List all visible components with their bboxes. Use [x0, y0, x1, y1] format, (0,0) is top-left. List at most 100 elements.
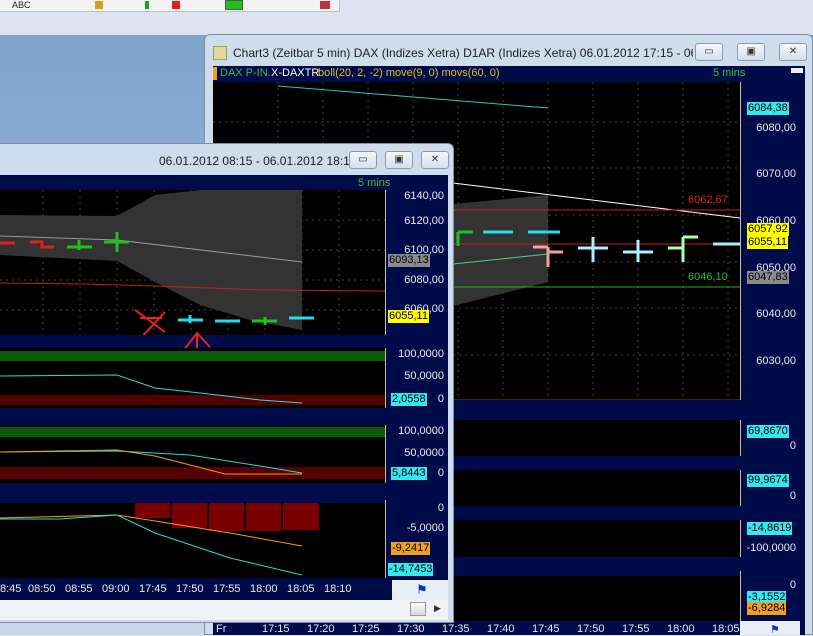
indicator-line	[0, 451, 302, 473]
axis-tick: 6070,00	[756, 168, 796, 180]
time-axis: 8:45 08:50 08:55 09:00 17:45 17:50 17:55…	[0, 580, 385, 600]
price-axis[interactable]: 6084,38 6080,00 6070,00 6060,00 6057,92 …	[740, 82, 800, 400]
time-tick: 17:55	[213, 583, 241, 595]
axis-tick: 100,0000	[398, 348, 444, 360]
time-tick: 17:30	[397, 623, 425, 635]
last-price-tag: 6057,92	[747, 223, 789, 236]
close-button[interactable]: ✕	[421, 151, 449, 169]
time-tick: 08:55	[65, 583, 93, 595]
indicator-value-tag: -14,8619	[747, 522, 792, 535]
axis-tick: 0	[438, 467, 444, 479]
time-tick: Fr	[216, 623, 226, 635]
indicator-panel-1[interactable]	[0, 348, 385, 408]
time-tick: 09:00	[102, 583, 130, 595]
sell-marker-icon[interactable]	[172, 1, 180, 9]
time-axis: Fr 17:15 17:20 17:25 17:30 17:35 17:40 1…	[213, 624, 740, 635]
indicator-value-tag: -9,2417	[391, 542, 430, 555]
axis-tick: 6120,00	[404, 215, 444, 227]
chart3-title: Chart3 (Zeitbar 5 min) DAX (Indizes Xetr…	[233, 46, 693, 60]
axis-tick: 0	[790, 579, 796, 591]
time-tick: 17:25	[352, 623, 380, 635]
time-tick: 08:50	[28, 583, 56, 595]
bar-lightgreen	[668, 237, 698, 262]
indicator-panel-2[interactable]	[0, 425, 385, 483]
time-tick: 17:40	[487, 623, 515, 635]
fib-tool-icon[interactable]	[95, 1, 103, 9]
main-toolbar: ABC	[0, 0, 340, 12]
axis-tick: 6080,00	[404, 274, 444, 286]
axis-tick: 50,0000	[404, 447, 444, 459]
interval-label: 5 mins	[713, 67, 745, 79]
axis-tick: 6030,00	[756, 355, 796, 367]
time-tick: 17:50	[577, 623, 605, 635]
bar-cyan	[178, 315, 203, 323]
time-tick: 18:00	[667, 623, 695, 635]
indicator-axis-3: -14,8619 -100,0000	[740, 520, 800, 557]
price-axis[interactable]: 6140,00 6120,00 6100,00 6093,13 6080,00 …	[385, 190, 448, 335]
scrollbar-thumb[interactable]	[410, 602, 426, 616]
draw-tool-button[interactable]: ⚑	[740, 621, 800, 635]
close-button[interactable]: ✕	[779, 43, 807, 61]
indicator-axis-4: 0 -3,1552 -6,9284	[740, 571, 800, 621]
axis-tick: -5,0000	[407, 522, 444, 534]
minimize-button[interactable]: ▭	[349, 151, 377, 169]
indicator-value-tag: -6,9284	[747, 602, 786, 615]
axis-tick: 6040,00	[756, 308, 796, 320]
bar-lightcyan	[578, 237, 608, 262]
maximize-button[interactable]: ▣	[737, 43, 765, 61]
axis-tick: 6080,00	[756, 122, 796, 134]
lower-price-tag: 6047,83	[747, 271, 789, 284]
delete-tool-icon[interactable]	[320, 1, 330, 9]
abc-text-tool[interactable]: ABC	[12, 0, 31, 11]
time-tick: 18:10	[324, 583, 352, 595]
last-price-tag: 6055,11	[388, 310, 429, 323]
time-tick: 17:45	[139, 583, 167, 595]
green-level-label: 6046,10	[688, 271, 728, 283]
indicator-panel-3[interactable]	[0, 503, 385, 578]
axis-tick: 0	[790, 490, 796, 502]
bollinger-band	[453, 195, 548, 306]
horizontal-scrollbar[interactable]: ▶	[0, 600, 448, 620]
axis-tick: 0	[438, 502, 444, 514]
indicator-axis-2: 99,9674 0	[740, 470, 800, 506]
buy-marker-icon[interactable]	[145, 1, 149, 9]
panel-toggle-button[interactable]	[791, 68, 803, 73]
bollinger-band	[0, 190, 302, 330]
close-price-tag: 6055,11	[747, 236, 788, 249]
indicator-axis-1: 100,0000 50,0000 2,0558 0	[385, 348, 448, 408]
legend-marker	[213, 67, 217, 80]
price-plot[interactable]	[0, 190, 385, 335]
indicator-value-tag: 2,0558	[391, 393, 427, 406]
draw-tool-button[interactable]: ⚑	[392, 580, 448, 600]
axis-tick: 0	[790, 440, 796, 452]
axis-tick: -100,0000	[746, 542, 796, 554]
indicator-line	[0, 375, 302, 403]
time-tick: 8:45	[0, 583, 21, 595]
time-tick: 18:05	[287, 583, 315, 595]
chart-window-icon	[213, 46, 227, 60]
indicator-value-tag: -14,7453	[388, 563, 433, 576]
time-tick: 17:15	[262, 623, 290, 635]
color-picker-button[interactable]	[225, 0, 243, 10]
time-tick: 17:50	[176, 583, 204, 595]
hand-drawn-x-mark	[135, 310, 165, 335]
axis-tick: 0	[438, 393, 444, 405]
time-tick: 17:55	[622, 623, 650, 635]
indicator-value-tag: 69,8670	[747, 425, 789, 438]
scroll-right-arrow-icon[interactable]: ▶	[434, 603, 441, 614]
axis-tick: 100,0000	[398, 425, 444, 437]
red-level-label: 6062,67	[688, 194, 728, 206]
time-tick: 18:00	[250, 583, 278, 595]
legend-symbol: DAX P-IN.	[220, 67, 271, 79]
maximize-button[interactable]: ▣	[385, 151, 413, 169]
indicator-value-tag: 5,8443	[391, 467, 427, 480]
legend-bar: DAX P-IN. X-DAXTR boll(20, 2, -2) move(9…	[213, 66, 805, 82]
signal-line	[0, 515, 302, 546]
minimize-button[interactable]: ▭	[695, 43, 723, 61]
time-tick: 17:45	[532, 623, 560, 635]
legend-studies: boll(20, 2, -2) move(9, 0) movs(60, 0)	[318, 67, 500, 79]
gray-price-tag: 6093,13	[388, 254, 430, 267]
indicator-axis-3: 0 -5,0000 -9,2417 -14,7453	[385, 500, 448, 578]
axis-tick: 6140,00	[404, 190, 444, 202]
signal-line	[0, 450, 302, 474]
